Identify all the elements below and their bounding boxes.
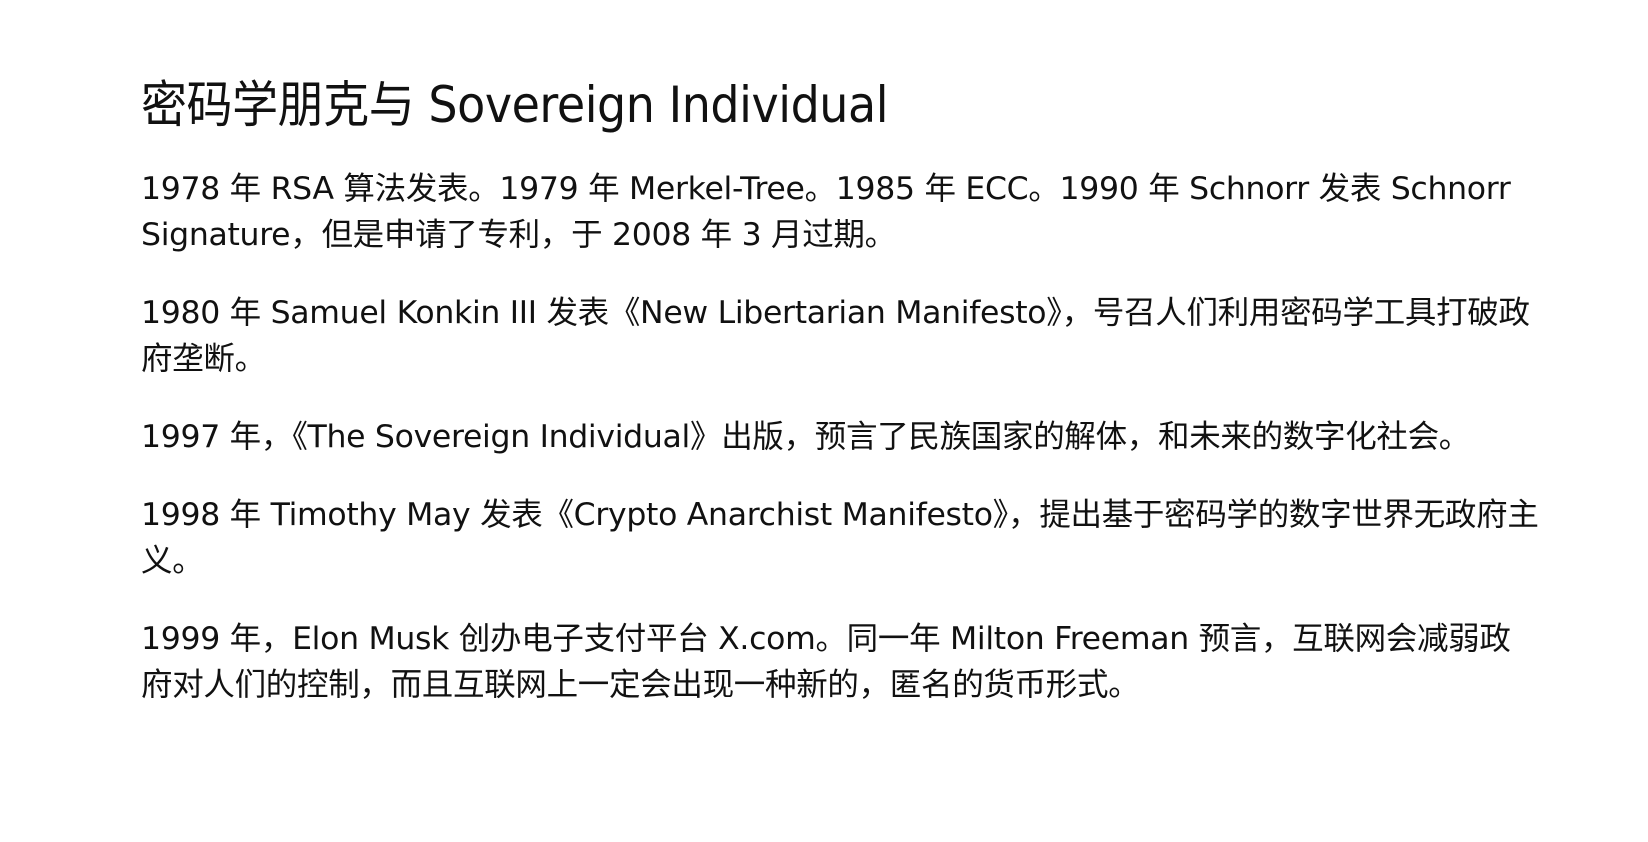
document-body: 密码学朋克与 Sovereign Individual 1978 年 RSA 算… — [141, 74, 1541, 708]
page-title: 密码学朋克与 Sovereign Individual — [141, 76, 889, 134]
paragraph-1997: 1997 年，《The Sovereign Individual》出版，预言了民… — [141, 419, 1470, 455]
paragraph-1998: 1998 年 Timothy May 发表《Crypto Anarchist M… — [141, 497, 1539, 579]
paragraph-1978: 1978 年 RSA 算法发表。1979 年 Merkel-Tree。1985 … — [141, 171, 1511, 253]
paragraph-1999: 1999 年，Elon Musk 创办电子支付平台 X.com。同一年 Milt… — [141, 621, 1511, 703]
paragraph-1980: 1980 年 Samuel Konkin III 发表《New Libertar… — [141, 295, 1530, 377]
